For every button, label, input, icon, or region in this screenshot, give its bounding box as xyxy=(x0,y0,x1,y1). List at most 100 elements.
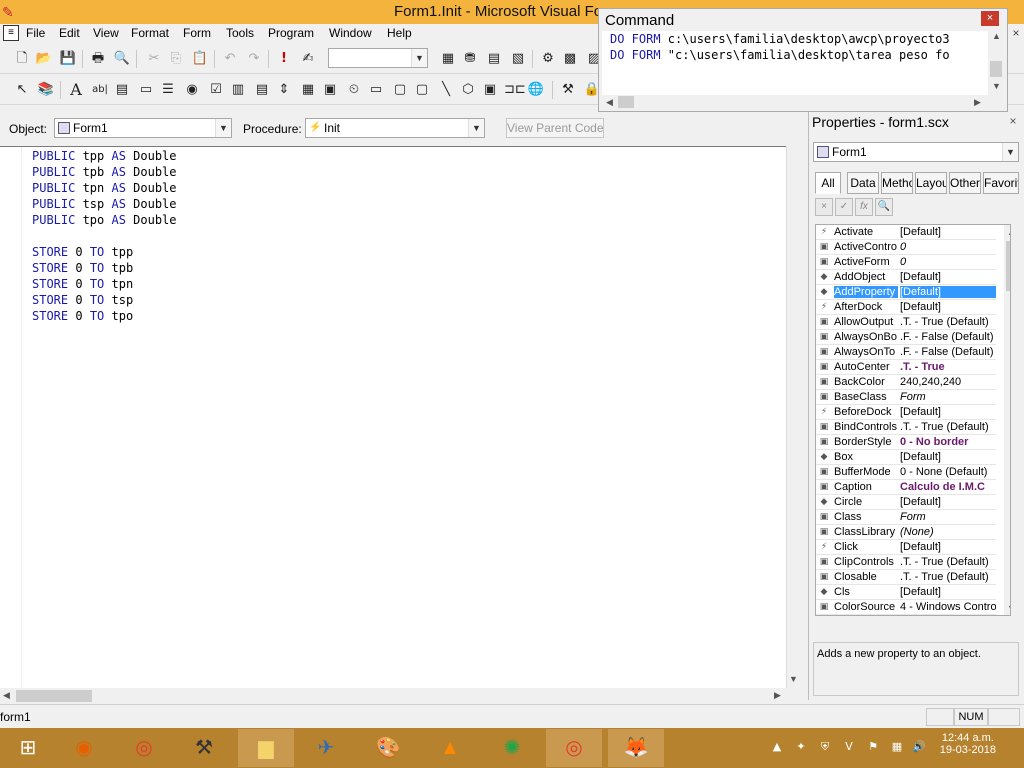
command-vertical-scrollbar[interactable]: ▲ ▼ xyxy=(989,31,1003,95)
property-row[interactable]: ⚡ BeforeDock [Default] xyxy=(816,405,996,420)
pageframe-control-icon[interactable]: ▭ xyxy=(366,81,386,99)
property-row[interactable]: ◆ Circle [Default] xyxy=(816,495,996,510)
menu-form[interactable]: Form xyxy=(183,26,211,40)
scroll-thumb[interactable] xyxy=(618,96,634,108)
save-icon[interactable]: 💾 xyxy=(58,50,78,68)
modify-icon[interactable]: ✍ xyxy=(298,50,318,68)
grid-control-icon[interactable]: ▦ xyxy=(298,81,318,99)
tab-methods[interactable]: Metho xyxy=(881,172,913,194)
firefox-icon[interactable]: ◉ xyxy=(56,729,112,767)
scroll-left-icon[interactable]: ◀ xyxy=(3,690,10,701)
shape-control-icon[interactable]: ⬡ xyxy=(458,81,478,99)
scroll-down-icon[interactable]: ▼ xyxy=(992,81,1001,91)
chevron-down-icon[interactable]: ▼ xyxy=(215,119,231,137)
property-value[interactable]: .T. - True (Default) xyxy=(900,571,996,583)
tool-icon[interactable]: ⚒ xyxy=(176,729,232,767)
property-row[interactable]: ▣ BaseClass Form xyxy=(816,390,996,405)
run-icon[interactable]: ! xyxy=(274,50,294,68)
property-value[interactable]: [Default] xyxy=(900,226,996,238)
shield-icon[interactable]: ⛨ xyxy=(818,740,832,754)
editor-vertical-scrollbar[interactable]: ▼ xyxy=(786,146,800,690)
listbox-control-icon[interactable]: ▤ xyxy=(252,81,272,99)
scroll-up-icon[interactable]: ▲ xyxy=(1007,227,1010,237)
property-row[interactable]: ▣ ActiveForm 0 xyxy=(816,255,996,270)
menu-format[interactable]: Format xyxy=(131,26,169,40)
property-value[interactable]: 240,240,240 xyxy=(900,376,996,388)
separator-control-icon[interactable]: ⊐⊏ xyxy=(504,81,526,99)
menu-file[interactable]: File xyxy=(26,26,45,40)
cut-icon[interactable]: ✂ xyxy=(144,50,164,68)
label-control-icon[interactable]: A xyxy=(66,81,86,99)
scroll-left-icon[interactable]: ◀ xyxy=(606,97,613,108)
image-control-icon[interactable]: ▣ xyxy=(320,81,340,99)
property-value[interactable]: .T. - True (Default) xyxy=(900,556,996,568)
property-value[interactable]: 0 - None (Default) xyxy=(900,466,996,478)
scroll-down-icon[interactable]: ▼ xyxy=(1007,603,1010,613)
property-row[interactable]: ▣ ClassLibrary (None) xyxy=(816,525,996,540)
document-menu-icon[interactable]: ≡ xyxy=(3,25,19,41)
property-value[interactable]: 0 xyxy=(900,241,996,253)
paste-icon[interactable]: 📋 xyxy=(190,50,210,68)
property-value[interactable]: .T. - True (Default) xyxy=(900,316,996,328)
function-icon[interactable]: fx xyxy=(855,198,873,216)
class-browser-icon[interactable]: ▩ xyxy=(560,50,580,68)
command-window-icon[interactable]: ▦ xyxy=(438,50,458,68)
property-row[interactable]: ◆ AddObject [Default] xyxy=(816,270,996,285)
timer-control-icon[interactable]: ⏲ xyxy=(344,81,364,99)
property-row[interactable]: ▣ Class Form xyxy=(816,510,996,525)
app-icon[interactable]: ✈ xyxy=(298,729,354,767)
command-group-icon[interactable]: ☰ xyxy=(158,81,178,99)
outer-close-icon[interactable]: × xyxy=(1008,26,1024,42)
procedure-combo[interactable]: ⚡ Init ▼ xyxy=(305,118,485,138)
property-value[interactable]: [Default] xyxy=(900,451,996,463)
property-value[interactable]: 4 - Windows Contro xyxy=(900,601,996,613)
accept-icon[interactable]: ✓ xyxy=(835,198,853,216)
option-group-icon[interactable]: ◉ xyxy=(182,81,202,99)
command-horizontal-scrollbar[interactable]: ◀ ▶ xyxy=(602,95,988,109)
property-value[interactable]: [Default] xyxy=(900,586,996,598)
folder-icon[interactable]: ▆ xyxy=(238,729,294,767)
property-value[interactable]: [Default] xyxy=(900,271,996,283)
tab-layout[interactable]: Layou xyxy=(915,172,947,194)
textbox-control-icon[interactable]: ab| xyxy=(90,81,110,99)
cancel-icon[interactable]: × xyxy=(815,198,833,216)
property-value[interactable]: .T. - True (Default) xyxy=(900,421,996,433)
property-row[interactable]: ▣ AlwaysOnBo .F. - False (Default) xyxy=(816,330,996,345)
tab-all[interactable]: All xyxy=(815,172,841,194)
system-clock[interactable]: 12:44 a.m. 19-03-2018 xyxy=(940,732,996,756)
chevron-down-icon[interactable]: ▼ xyxy=(1002,143,1018,161)
database-combo[interactable]: ▼ xyxy=(328,48,428,68)
property-value[interactable]: [Default] xyxy=(900,541,996,553)
property-row[interactable]: ▣ BackColor 240,240,240 xyxy=(816,375,996,390)
property-value[interactable]: [Default] xyxy=(900,406,996,418)
property-row[interactable]: ▣ AllowOutput .T. - True (Default) xyxy=(816,315,996,330)
object-combo[interactable]: Form1 ▼ xyxy=(54,118,232,138)
tab-other[interactable]: Other xyxy=(949,172,981,194)
property-row[interactable]: ◆ Box [Default] xyxy=(816,450,996,465)
close-icon[interactable]: × xyxy=(981,11,999,26)
ole-bound-icon[interactable]: ▢ xyxy=(412,81,432,99)
property-list-scrollbar[interactable]: ▲ ▼ xyxy=(1004,225,1010,615)
property-row[interactable]: ▣ BorderStyle 0 - No border xyxy=(816,435,996,450)
scroll-thumb[interactable] xyxy=(16,690,92,702)
property-row[interactable]: ◆ Cls [Default] xyxy=(816,585,996,600)
property-row[interactable]: ▣ Caption Calculo de I.M.C xyxy=(816,480,996,495)
property-value[interactable]: (None) xyxy=(900,526,996,538)
editbox-control-icon[interactable]: ▤ xyxy=(112,81,132,99)
redo-icon[interactable]: ↷ xyxy=(244,50,264,68)
vfp-icon[interactable]: 🦊 xyxy=(608,729,664,767)
project-manager-icon[interactable]: ⚙ xyxy=(538,50,558,68)
hyperlink-control-icon[interactable]: 🌐 xyxy=(526,81,546,99)
property-row[interactable]: ▣ BufferMode 0 - None (Default) xyxy=(816,465,996,480)
close-icon[interactable]: × xyxy=(1006,114,1020,128)
fox-app-icon[interactable]: ✎ xyxy=(2,4,18,20)
property-value[interactable]: .F. - False (Default) xyxy=(900,331,996,343)
property-row[interactable]: ▣ AutoCenter .T. - True xyxy=(816,360,996,375)
scroll-right-icon[interactable]: ▶ xyxy=(774,690,781,701)
scroll-thumb[interactable] xyxy=(1006,241,1010,291)
property-row[interactable]: ⚡ AfterDock [Default] xyxy=(816,300,996,315)
container-control-icon[interactable]: ▣ xyxy=(480,81,500,99)
property-value[interactable]: [Default] xyxy=(900,301,996,313)
green-orb-icon[interactable]: ✺ xyxy=(484,729,540,767)
menu-view[interactable]: View xyxy=(93,26,119,40)
